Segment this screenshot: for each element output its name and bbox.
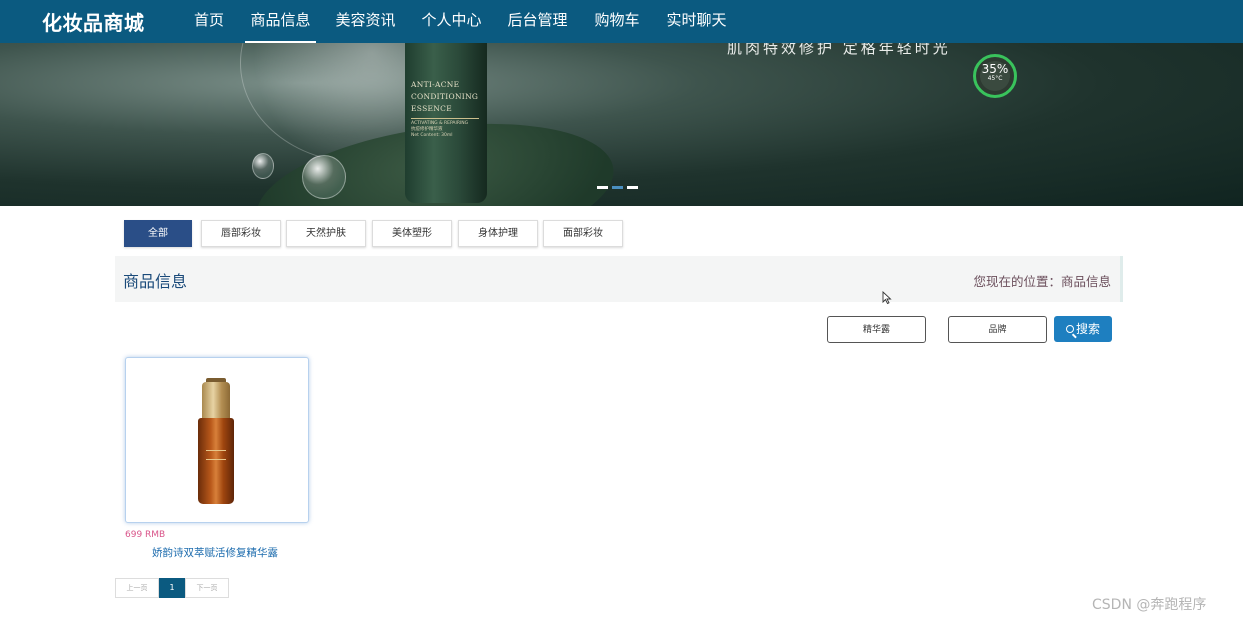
category-face-makeup[interactable]: 面部彩妆 [543, 220, 623, 247]
product-bottle-cap [202, 382, 230, 420]
bottle-sublabel-line: Net Content: 30ml [411, 133, 453, 138]
water-drop [252, 153, 274, 179]
bottle-sublabel: ACTIVATING & REPAIRING 抗痘修护精华液 Net Conte… [411, 121, 468, 139]
nav-item-products[interactable]: 商品信息 [245, 0, 316, 43]
product-bottle-label [206, 450, 226, 460]
carousel-dot-1[interactable] [597, 186, 608, 189]
bottle-divider [411, 118, 479, 119]
product-name-link[interactable]: 娇韵诗双萃赋活修复精华露 [152, 545, 278, 560]
water-drop [302, 155, 346, 199]
product-card[interactable] [125, 357, 309, 523]
banner-product-bottle: ANTI-ACNE CONDITIONING ESSENCE ACTIVATIN… [405, 43, 487, 203]
pagination-prev[interactable]: 上一页 [115, 578, 159, 598]
bottle-label-line: ANTI-ACNE [411, 80, 460, 89]
category-natural-skincare[interactable]: 天然护肤 [286, 220, 366, 247]
bottle-label-line: ESSENCE [411, 104, 452, 113]
carousel-dot-3[interactable] [627, 186, 638, 189]
product-name-search-input[interactable] [827, 316, 926, 343]
nav-item-profile[interactable]: 个人中心 [421, 0, 482, 43]
product-price: 699 RMB [125, 530, 166, 540]
page-root: 化妆品商城 首页 商品信息 美容资讯 个人中心 后台管理 购物车 实时聊天 AN… [0, 0, 1243, 621]
banner-carousel[interactable]: ANTI-ACNE CONDITIONING ESSENCE ACTIVATIN… [0, 43, 1243, 206]
section-header: 商品信息 您现在的位置：商品信息 [115, 256, 1123, 302]
nav-item-admin[interactable]: 后台管理 [507, 0, 568, 43]
nav-item-beauty-news[interactable]: 美容资讯 [335, 0, 396, 43]
brand-search-input[interactable] [948, 316, 1047, 343]
search-icon [1065, 325, 1074, 333]
top-navbar: 化妆品商城 首页 商品信息 美容资讯 个人中心 后台管理 购物车 实时聊天 [0, 0, 1243, 43]
nav-item-home[interactable]: 首页 [193, 0, 225, 43]
banner-slogan: 肌肉特效修护 定格年轻时光 [727, 43, 951, 57]
temperature-badge: 35% 45°C [973, 54, 1017, 98]
search-button[interactable]: 搜索 [1054, 316, 1112, 342]
breadcrumb: 您现在的位置：商品信息 [973, 274, 1111, 289]
product-image [196, 378, 236, 506]
badge-temp: 45°C [987, 75, 1003, 82]
category-all[interactable]: 全部 [124, 220, 192, 247]
search-button-label: 搜索 [1075, 322, 1100, 336]
carousel-dot-2[interactable] [612, 186, 623, 189]
category-lip-makeup[interactable]: 唇部彩妆 [201, 220, 281, 247]
page-title: 商品信息 [123, 272, 188, 291]
pagination-page-1[interactable]: 1 [159, 578, 185, 598]
bottle-label: ANTI-ACNE CONDITIONING ESSENCE [411, 79, 478, 115]
category-body-care[interactable]: 身体护理 [458, 220, 538, 247]
brand-logo-text[interactable]: 化妆品商城 [42, 7, 145, 36]
nav-item-cart[interactable]: 购物车 [594, 0, 640, 43]
badge-value: 35% [981, 62, 1009, 76]
pagination-next[interactable]: 下一页 [185, 578, 229, 598]
product-bottle-body [198, 418, 234, 504]
watermark: CSDN @奔跑程序 [1092, 597, 1207, 613]
nav-item-chat[interactable]: 实时聊天 [666, 0, 727, 43]
mouse-cursor-icon [882, 291, 892, 305]
bottle-label-line: CONDITIONING [411, 92, 479, 101]
category-body-shaping[interactable]: 美体塑形 [372, 220, 452, 247]
